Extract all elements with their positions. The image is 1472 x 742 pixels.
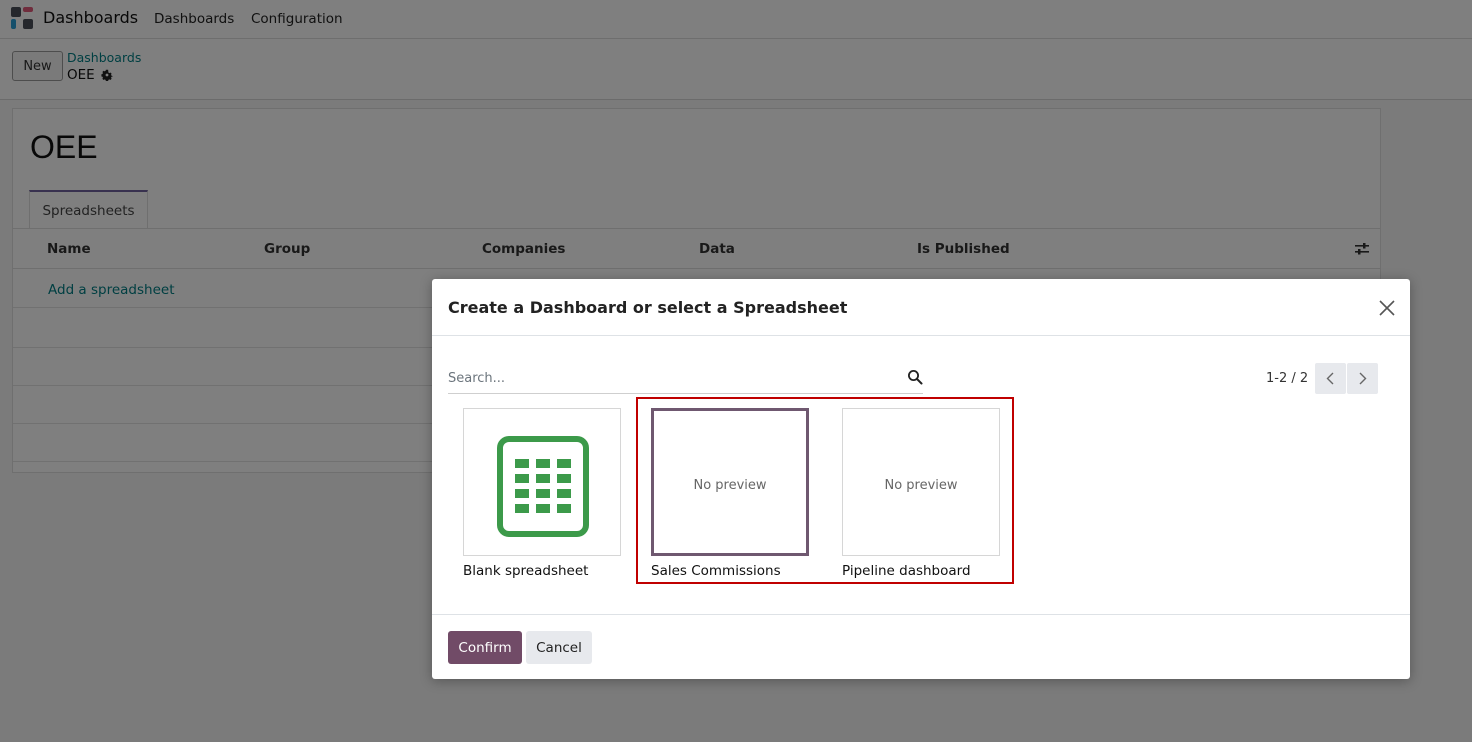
pager-previous-button[interactable]	[1315, 363, 1346, 394]
search-icon[interactable]	[907, 369, 923, 385]
template-card-label[interactable]: Blank spreadsheet	[463, 563, 588, 579]
chevron-left-icon	[1326, 372, 1334, 385]
pager-next-button[interactable]	[1347, 363, 1378, 394]
template-card-label[interactable]: Sales Commissions	[651, 563, 781, 579]
no-preview-text: No preview	[884, 478, 958, 493]
template-card-label[interactable]: Pipeline dashboard	[842, 563, 971, 579]
template-thumbnail[interactable]	[463, 408, 621, 556]
template-thumbnail-selected[interactable]: No preview	[651, 408, 809, 556]
dialog-footer: Confirm Cancel	[432, 614, 1410, 679]
spreadsheet-icon	[497, 436, 589, 537]
dialog-title: Create a Dashboard or select a Spreadshe…	[448, 298, 848, 317]
dialog-header: Create a Dashboard or select a Spreadshe…	[432, 279, 1410, 336]
template-thumbnail[interactable]: No preview	[842, 408, 1000, 556]
cancel-button[interactable]: Cancel	[526, 631, 592, 664]
no-preview-text: No preview	[693, 478, 767, 493]
create-dashboard-dialog: Create a Dashboard or select a Spreadshe…	[432, 279, 1410, 679]
pager-value[interactable]: 1-2 / 2	[1266, 371, 1308, 386]
close-icon[interactable]	[1378, 299, 1396, 317]
search-bar	[448, 365, 923, 394]
confirm-button[interactable]: Confirm	[448, 631, 522, 664]
chevron-right-icon	[1359, 372, 1367, 385]
search-input[interactable]	[448, 367, 888, 389]
